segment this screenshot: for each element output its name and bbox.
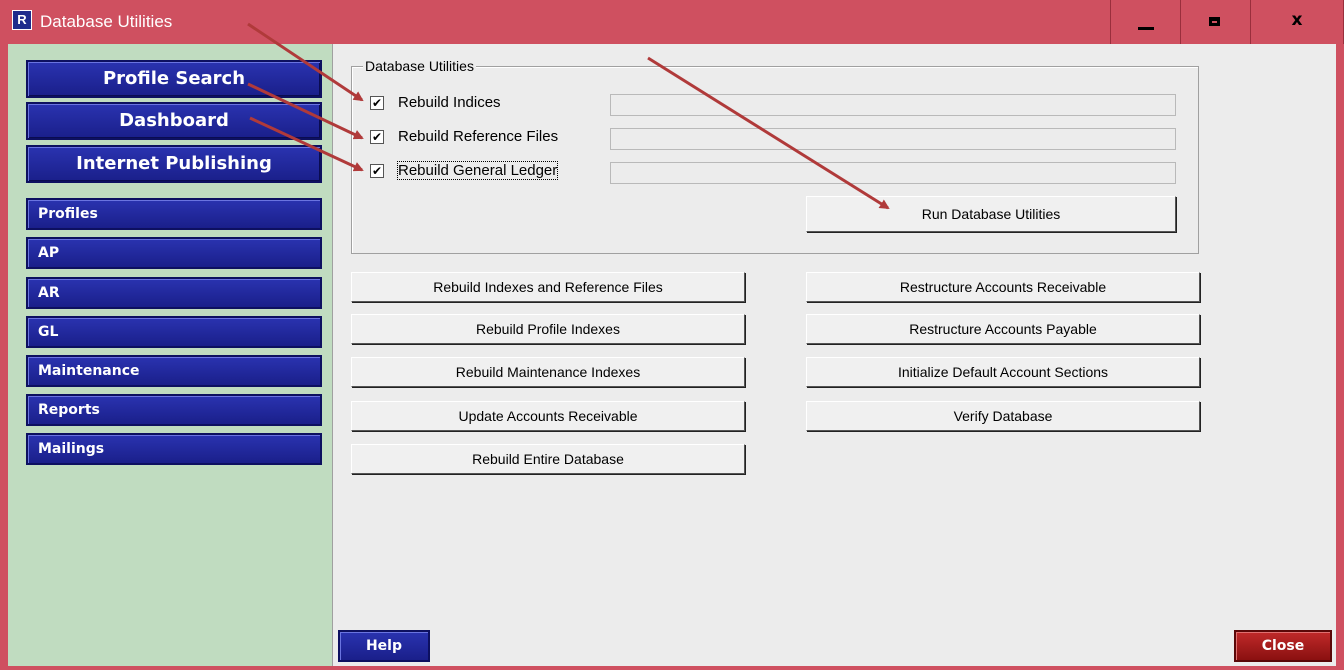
sidebar-item-reports[interactable]: Reports [26,394,322,426]
app-logo-icon: R [12,10,32,30]
internet-publishing-button[interactable]: Internet Publishing [26,145,322,183]
run-database-utilities-button[interactable]: Run Database Utilities [806,196,1176,232]
close-icon: x [1291,10,1303,30]
sidebar-item-ar[interactable]: AR [26,277,322,309]
rebuild-reference-files-checkbox[interactable]: ✔ [370,130,384,144]
rebuild-reference-files-label[interactable]: Rebuild Reference Files [398,128,558,145]
group-title: Database Utilities [363,58,476,74]
sidebar-item-mailings[interactable]: Mailings [26,433,322,465]
sidebar-item-gl[interactable]: GL [26,316,322,348]
rebuild-indices-checkbox[interactable]: ✔ [370,96,384,110]
maximize-button[interactable] [1180,0,1250,44]
initialize-default-account-sections-button[interactable]: Initialize Default Account Sections [806,357,1200,387]
help-button[interactable]: Help [338,630,430,662]
close-button[interactable]: Close [1234,630,1332,662]
sidebar-item-profiles[interactable]: Profiles [26,198,322,230]
restructure-accounts-receivable-button[interactable]: Restructure Accounts Receivable [806,272,1200,302]
window-close-button[interactable]: x [1250,0,1344,44]
rebuild-general-ledger-checkbox[interactable]: ✔ [370,164,384,178]
rebuild-general-ledger-progress [610,162,1176,184]
update-accounts-receivable-button[interactable]: Update Accounts Receivable [351,401,745,431]
rebuild-maintenance-indexes-button[interactable]: Rebuild Maintenance Indexes [351,357,745,387]
rebuild-reference-files-progress [610,128,1176,150]
rebuild-indices-label[interactable]: Rebuild Indices [398,94,501,111]
rebuild-indexes-reference-files-button[interactable]: Rebuild Indexes and Reference Files [351,272,745,302]
client-area: Profile Search Dashboard Internet Publis… [8,44,1336,666]
window-title: Database Utilities [40,12,173,31]
profile-search-button[interactable]: Profile Search [26,60,322,98]
rebuild-profile-indexes-button[interactable]: Rebuild Profile Indexes [351,314,745,344]
maximize-icon [1209,17,1220,26]
sidebar-item-ap[interactable]: AP [26,237,322,269]
rebuild-entire-database-button[interactable]: Rebuild Entire Database [351,444,745,474]
sidebar: Profile Search Dashboard Internet Publis… [8,44,333,666]
restructure-accounts-payable-button[interactable]: Restructure Accounts Payable [806,314,1200,344]
rebuild-general-ledger-label[interactable]: Rebuild General Ledger [396,161,559,180]
title-bar: R Database Utilities x [0,0,1344,44]
dashboard-button[interactable]: Dashboard [26,102,322,140]
rebuild-indices-progress [610,94,1176,116]
minimize-icon [1138,27,1154,30]
verify-database-button[interactable]: Verify Database [806,401,1200,431]
minimize-button[interactable] [1110,0,1180,44]
sidebar-item-maintenance[interactable]: Maintenance [26,355,322,387]
